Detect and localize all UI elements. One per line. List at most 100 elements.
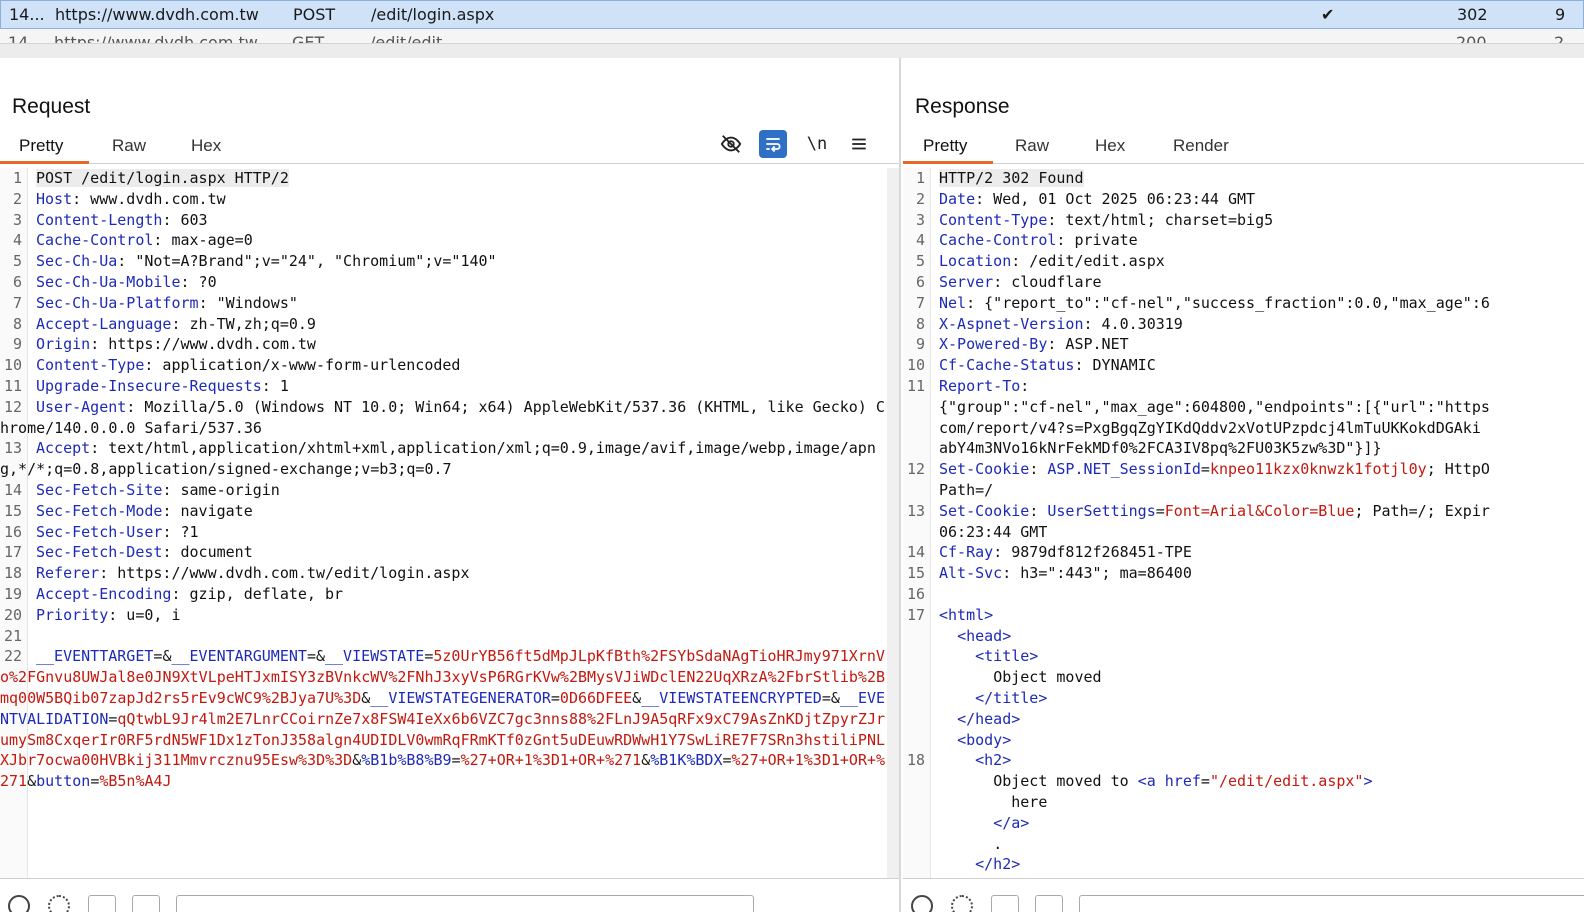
line-content: Sec-Fetch-Site: same-origin (36, 480, 280, 499)
tab-render[interactable]: Render (1173, 136, 1229, 156)
tab-pretty[interactable]: Pretty (19, 136, 63, 156)
line-content: User-Agent: Mozilla/5.0 (Windows NT 10.0… (0, 397, 885, 437)
header-name: Cache-Control (939, 231, 1057, 250)
line-number: 16 (906, 584, 925, 603)
code-line: 9 Origin: https://www.dvdh.com.tw (0, 334, 887, 355)
line-number: 7 (915, 293, 925, 312)
line-number: 8 (915, 314, 925, 333)
settings-icon[interactable] (951, 895, 973, 912)
request-toolbar: \n (717, 130, 887, 164)
cookie-name: UserSettings (1047, 501, 1156, 520)
code-line: 21 (0, 626, 887, 647)
tab-pretty[interactable]: Pretty (923, 136, 967, 156)
line-content: Cache-Control: private (939, 231, 1138, 250)
forward-button[interactable] (1035, 895, 1063, 912)
param-value: %B5n%A4J (99, 772, 172, 791)
request-pane: Request Pretty Raw Hex \n 1 POST /edit/lo… (0, 58, 901, 912)
line-content: Priority: u=0, i (36, 605, 181, 624)
header-value: document (171, 543, 253, 562)
request-title: Request (12, 95, 91, 118)
line-content: Date: Wed, 01 Oct 2025 06:23:44 GMT (939, 189, 1256, 208)
code-line: 8 X-Aspnet-Version: 4.0.30319 (903, 314, 1584, 335)
header-name: Sec-Fetch-Dest (36, 543, 163, 562)
line-content: POST /edit/login.aspx HTTP/2 (36, 169, 289, 187)
line-content: Referer: https://www.dvdh.com.tw/edit/lo… (36, 564, 470, 583)
help-icon[interactable] (8, 895, 30, 912)
request-editor[interactable]: 1 POST /edit/login.aspx HTTP/2 2 Host: www.… (0, 168, 887, 878)
history-row-selected[interactable]: 14... https://www.dvdh.com.tw POST /edit… (0, 0, 1584, 29)
back-button[interactable] (88, 895, 116, 912)
line-content: X-Powered-By: ASP.NET (939, 335, 1129, 354)
request-lines: 1 POST /edit/login.aspx HTTP/2 2 Host: www.… (0, 168, 887, 792)
header-name: Host (36, 189, 73, 208)
header-value: gzip, deflate, br (180, 584, 344, 603)
tab-raw[interactable]: Raw (1015, 136, 1049, 156)
code-line: here (903, 792, 1584, 813)
header-name: Accept-Language (36, 314, 172, 333)
html-text: here (1011, 792, 1048, 811)
menu-icon[interactable] (845, 130, 873, 158)
back-button[interactable] (991, 895, 1019, 912)
line-number: 1 (12, 169, 22, 187)
line-content: <title> (939, 647, 1038, 665)
header-name: Set-Cookie (939, 501, 1030, 520)
row-number: 14... (9, 5, 45, 24)
newline-icon[interactable]: \n (803, 130, 831, 158)
active-tab-indicator (0, 161, 89, 164)
code-line: 14 Sec-Fetch-Site: same-origin (0, 480, 887, 501)
header-value: https://www.dvdh.com.tw (99, 335, 316, 354)
code-line: 18 Referer: https://www.dvdh.com.tw/edit/… (0, 563, 887, 584)
tab-raw[interactable]: Raw (112, 136, 146, 156)
eye-slash-icon[interactable] (717, 130, 745, 158)
header-value: DYNAMIC (1083, 356, 1156, 375)
code-line: 18 <h2> (903, 750, 1584, 771)
header-value: "Windows" (207, 293, 298, 312)
cookie-value: knpeo11kzx0knwzk1fotjl0y (1209, 460, 1427, 479)
line-number: 1 (915, 169, 925, 187)
line-number: 9 (12, 335, 22, 354)
line-content: Location: /edit/edit.aspx (939, 252, 1165, 271)
line-content: here (939, 793, 1047, 811)
tab-hex[interactable]: Hex (1095, 136, 1125, 156)
line-content: Nel: {"report_to":"cf-nel","success_frac… (939, 293, 1490, 312)
row-url: /edit/edit (370, 33, 443, 43)
html-tag: </title> (975, 688, 1048, 707)
html-tag: </head> (957, 709, 1021, 728)
tab-hex[interactable]: Hex (191, 136, 221, 156)
line-number: 3 (915, 210, 925, 229)
history-scrollbar[interactable] (0, 43, 1584, 58)
cookie-name: ASP.NET_SessionId (1047, 460, 1201, 479)
row-url: /edit/login.aspx (371, 5, 495, 24)
history-row[interactable]: 14... https://www.dvdh.com.tw GET /edit/… (0, 29, 1584, 43)
request-scrollbar[interactable] (887, 168, 899, 878)
html-text: Object moved to (993, 772, 1138, 791)
wrap-lines-icon[interactable] (759, 130, 787, 158)
header-value: "Not=A?Brand";v="24", "Chromium";v="140" (126, 252, 497, 271)
line-content: __EVENTTARGET=&__EVENTARGUMENT=&__VIEWST… (0, 647, 886, 791)
code-line: 4 Cache-Control: private (903, 230, 1584, 251)
status-line: HTTP/2 302 Found (939, 169, 1084, 187)
forward-button[interactable] (132, 895, 160, 912)
code-line: </a> (903, 813, 1584, 834)
header-name: Content-Type (36, 356, 145, 375)
code-line: </head> (903, 709, 1584, 730)
line-content: Alt-Svc: h3=":443"; ma=86400 (939, 564, 1192, 583)
settings-icon[interactable] (48, 895, 70, 912)
line-content: 06:23:44 GMT (939, 523, 1047, 541)
search-input[interactable] (1079, 895, 1584, 912)
header-name: Priority (36, 605, 109, 624)
line-number: 12 (3, 397, 22, 416)
response-editor[interactable]: 1 HTTP/2 302 Found 2 Date: Wed, 01 Oct 2025… (903, 168, 1584, 878)
line-number: 2 (915, 189, 925, 208)
history-table: 14... https://www.dvdh.com.tw POST /edit… (0, 0, 1584, 58)
header-name: Sec-Fetch-User (36, 522, 163, 541)
row-host: https://www.dvdh.com.tw (54, 33, 258, 43)
search-input[interactable] (176, 895, 754, 912)
code-line: 20 Priority: u=0, i (0, 605, 887, 626)
line-content: Content-Length: 603 (36, 210, 208, 229)
help-icon[interactable] (911, 895, 933, 912)
line-content: Server: cloudflare (939, 272, 1102, 291)
line-number: 6 (915, 272, 925, 291)
header-value: com/report/v4?s=PxgBgqZgYIKdQddv2xVotUPz… (939, 418, 1481, 437)
header-value: 4.0.30319 (1092, 314, 1183, 333)
